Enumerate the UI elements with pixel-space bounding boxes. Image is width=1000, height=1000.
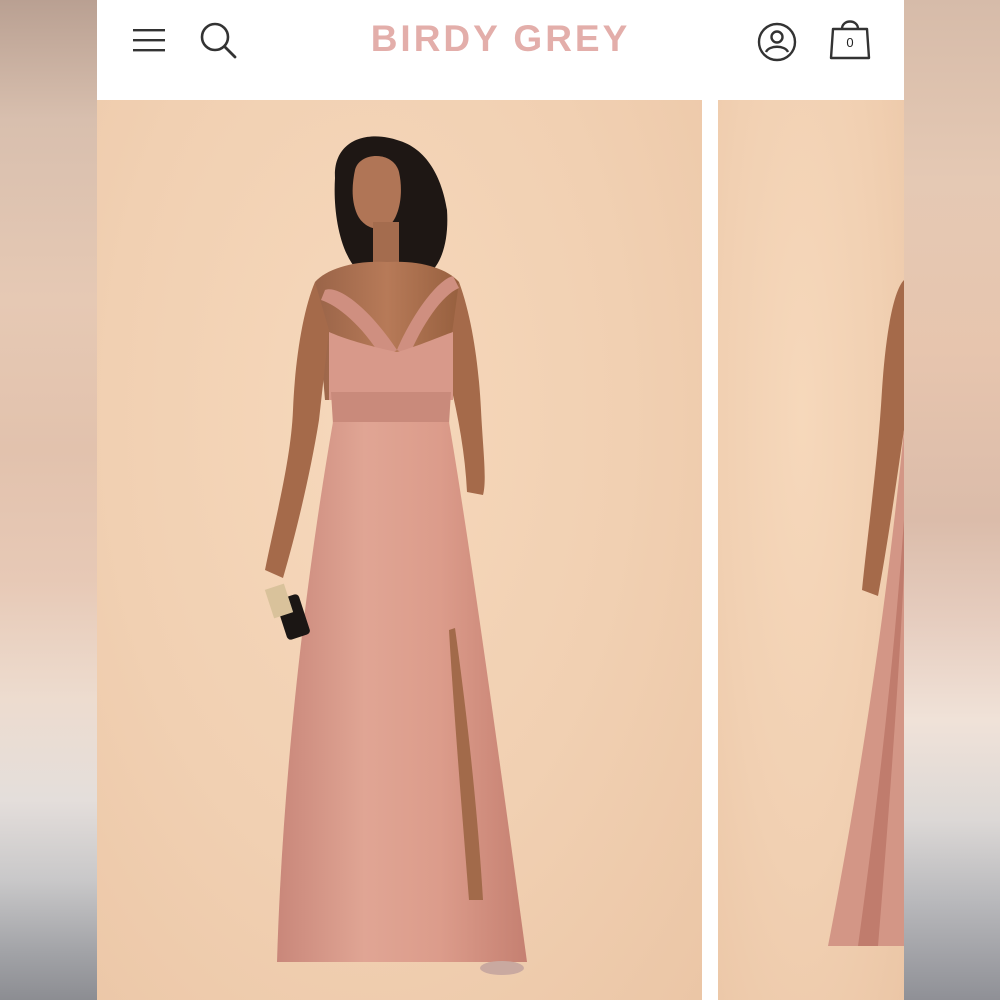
model-side-view-illustration bbox=[828, 280, 904, 946]
account-button[interactable] bbox=[755, 20, 799, 64]
site-header: BIRDY GREY 0 bbox=[97, 0, 904, 100]
account-icon bbox=[757, 22, 797, 62]
right-blurred-border bbox=[904, 0, 1000, 1000]
model-in-dress-illustration bbox=[264, 136, 527, 975]
app-screen: BIRDY GREY 0 bbox=[97, 0, 904, 1000]
product-image-gallery[interactable] bbox=[97, 100, 904, 1000]
left-blurred-border bbox=[0, 0, 97, 1000]
cart-count-badge: 0 bbox=[846, 35, 854, 50]
product-photo-side[interactable] bbox=[718, 100, 904, 1000]
product-photo-front[interactable] bbox=[97, 100, 702, 1000]
cart-button[interactable]: 0 bbox=[828, 14, 872, 64]
